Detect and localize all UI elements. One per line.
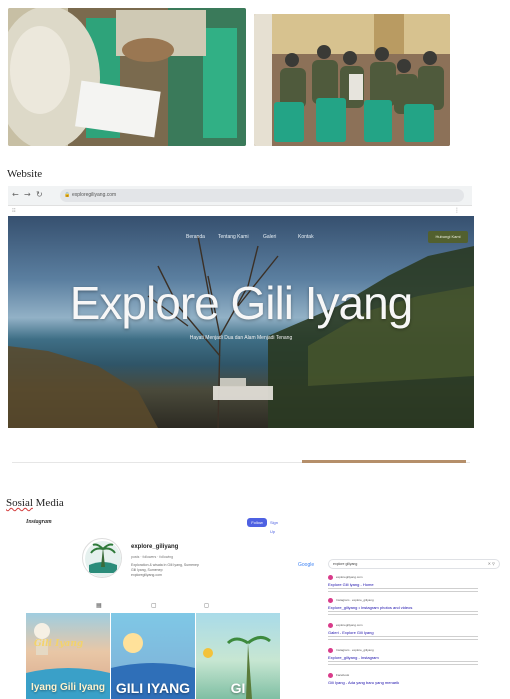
result-site: Instagram · explore_giliyang	[336, 648, 374, 652]
result-snippet	[328, 588, 478, 593]
post-thumbnail[interactable]: GILI IYANG	[111, 613, 195, 699]
google-search-query: explore giliyang	[333, 562, 358, 566]
hero-nav: Beranda Tentang Kami Galeri Kontak	[8, 234, 474, 244]
menu-icon[interactable]: ⋮	[454, 207, 460, 214]
lock-icon: 🔒	[64, 192, 71, 198]
post-thumbnail[interactable]: GI	[196, 613, 280, 699]
result-title[interactable]: Explore Gili Iyang - Home	[328, 582, 374, 587]
social-label-rest: Media	[32, 497, 64, 509]
result-snippet	[328, 636, 478, 641]
arrow-left-icon[interactable]: ←	[12, 190, 19, 199]
address-bar[interactable]: 🔒 exploregiliyang.com	[60, 189, 464, 202]
bookmarks-bar: ⁝⁝ ⋮	[8, 206, 472, 216]
site-favicon-icon	[328, 648, 333, 653]
result-site: exploregiliyang.com	[336, 575, 363, 579]
nav-link-about[interactable]: Tentang Kami	[218, 234, 249, 240]
result-site: exploregiliyang.com	[336, 623, 363, 627]
google-results-panel: Google explore giliyang ✕ ⚲ exploregiliy…	[298, 553, 506, 699]
browser-toolbar: ← → ↻ 🔒 exploregiliyang.com	[8, 186, 472, 206]
post-thumbnail[interactable]: Gili Iyang Iyang Gili Iyang	[26, 613, 110, 699]
result-site: Facebook	[336, 673, 350, 677]
follow-button[interactable]: Follow	[247, 518, 267, 527]
photo-meeting-audience	[254, 14, 450, 146]
website-hero: Beranda Tentang Kami Galeri Kontak Hubun…	[8, 216, 474, 428]
tag-icon[interactable]: ◻	[204, 602, 209, 609]
result-site: Instagram · explore_giliyang	[336, 598, 374, 602]
address-bar-url: exploregiliyang.com	[72, 192, 117, 198]
profile-tabs: ▦ ▢ ◻	[26, 602, 284, 612]
site-favicon-icon	[328, 673, 333, 678]
nav-link-contact[interactable]: Kontak	[298, 234, 314, 240]
arrow-right-icon[interactable]: →	[24, 190, 31, 199]
google-search-input[interactable]: explore giliyang ✕ ⚲	[328, 559, 500, 569]
post-script-text: Gili Iyang	[34, 639, 84, 649]
nav-link-home[interactable]: Beranda	[186, 234, 205, 240]
apps-icon[interactable]: ⁝⁝	[12, 207, 16, 214]
instagram-wordmark[interactable]: Instagram	[26, 519, 52, 525]
play-icon[interactable]: ▢	[151, 602, 157, 609]
search-icon[interactable]: ✕ ⚲	[488, 560, 495, 568]
hero-title: Explore Gili Iyang	[69, 277, 414, 329]
signup-link[interactable]: Sign Up	[270, 518, 284, 534]
result-title[interactable]: Explore_giliyang • Instagram photos and …	[328, 605, 412, 610]
post-caption-text: GILI IYANG	[115, 680, 191, 696]
site-favicon-icon	[328, 598, 333, 603]
hero-contact-button[interactable]: Hubungi Kami	[428, 231, 468, 243]
reload-icon[interactable]: ↻	[36, 190, 43, 199]
bio-link[interactable]: exploregiliyang.com	[131, 573, 199, 578]
result-title[interactable]: Gili Iyang - Ada yang baru yang menarik	[328, 680, 399, 685]
result-title[interactable]: Galeri - Explore Gili Iyang	[328, 630, 374, 635]
result-title[interactable]: Explore_giliyang - Instagram	[328, 655, 379, 660]
nav-link-gallery[interactable]: Galeri	[263, 234, 276, 240]
section-label-social-media: Sosial Media	[6, 497, 64, 509]
section-label-website: Website	[7, 168, 43, 180]
result-snippet	[328, 661, 478, 666]
grid-icon[interactable]: ▦	[96, 602, 102, 609]
site-favicon-icon	[328, 623, 333, 628]
avatar[interactable]	[82, 538, 122, 578]
profile-stats: posts · followers · following	[131, 555, 174, 559]
photo-meeting-reading	[8, 8, 246, 146]
profile-bio: Exploration & wisata in Gili Iyang, Sume…	[131, 563, 199, 578]
site-favicon-icon	[328, 575, 333, 580]
section-divider-accent	[302, 460, 466, 463]
google-logo[interactable]: Google	[298, 562, 314, 568]
profile-username: explore_giliyang	[131, 544, 179, 550]
post-caption-text: Iyang Gili Iyang	[31, 682, 105, 693]
social-label-misspelled-word: Sosial	[6, 497, 33, 509]
post-caption-text: GI	[230, 680, 246, 696]
hero-subtitle: Hayati Menjadi Dua dan Alam Menjadi Tena…	[189, 335, 293, 341]
result-snippet	[328, 611, 478, 616]
